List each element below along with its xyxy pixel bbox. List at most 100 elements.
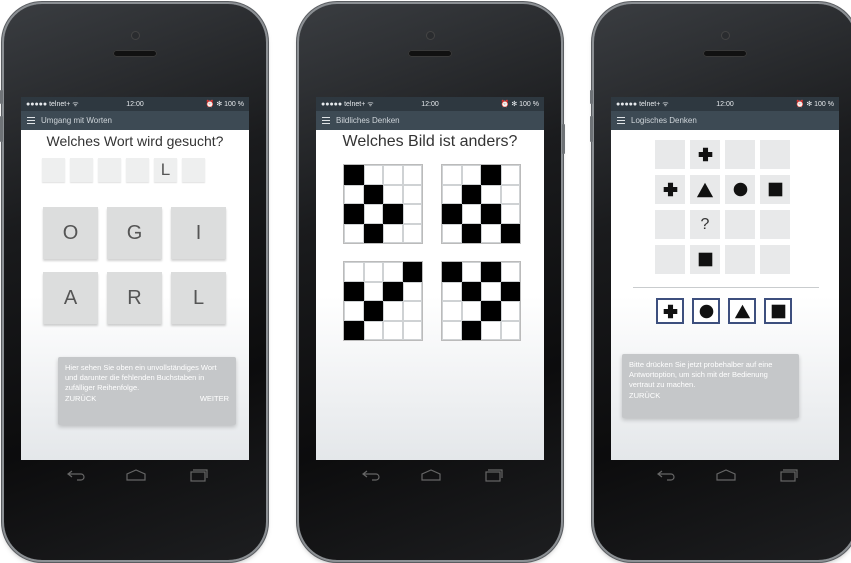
black-cell xyxy=(461,320,481,340)
black-cell xyxy=(461,184,481,204)
black-cell xyxy=(500,223,520,243)
phone-2: ●●●●● telnet+ ᯤ 12:00 ⏰ ✻ 100 % Bildlich… xyxy=(299,4,565,560)
black-cell xyxy=(383,281,403,301)
white-cell xyxy=(383,223,403,243)
letter-key-l[interactable]: L xyxy=(171,272,226,324)
letter-key-a[interactable]: A xyxy=(43,272,98,324)
earpiece xyxy=(408,50,452,57)
matrix-cell xyxy=(725,140,755,169)
white-cell xyxy=(481,281,501,301)
back-button[interactable]: ZURÜCK xyxy=(629,391,660,401)
recent-apps-icon[interactable] xyxy=(483,468,503,482)
figure-option-2[interactable] xyxy=(441,164,521,244)
white-cell xyxy=(461,301,481,321)
white-cell xyxy=(344,223,364,243)
white-cell xyxy=(383,301,403,321)
figure-option-1[interactable] xyxy=(343,164,423,244)
home-icon[interactable] xyxy=(420,468,442,482)
black-cell xyxy=(500,281,520,301)
tutorial-hint: Bitte drücken Sie jetzt probehalber auf … xyxy=(622,354,799,418)
white-cell xyxy=(402,281,422,301)
cross-icon xyxy=(698,147,712,162)
letter-key-i[interactable]: I xyxy=(171,207,226,259)
recent-apps-icon[interactable] xyxy=(778,468,798,482)
white-cell xyxy=(402,184,422,204)
white-cell xyxy=(363,262,383,282)
question-title: Welches Bild ist anders? xyxy=(342,133,518,150)
phone-3: ●●●●● telnet+ ᯤ 12:00 ⏰ ✻ 100 % Logische… xyxy=(590,4,851,560)
status-bar: ●●●●● telnet+ ᯤ 12:00 ⏰ ✻ 100 % xyxy=(316,97,544,111)
letter-slot xyxy=(98,158,121,182)
menu-icon[interactable] xyxy=(27,115,35,126)
answer-option-circle[interactable] xyxy=(692,298,720,324)
answer-option-cross[interactable] xyxy=(656,298,684,324)
white-cell xyxy=(500,204,520,224)
volume-up-button xyxy=(0,116,3,142)
white-cell xyxy=(481,320,501,340)
navigation-bar xyxy=(611,460,839,490)
white-cell xyxy=(442,301,462,321)
navigation-bar xyxy=(21,460,249,490)
black-cell xyxy=(461,223,481,243)
white-cell xyxy=(500,301,520,321)
volume-up-button xyxy=(590,116,593,142)
white-cell xyxy=(461,204,481,224)
black-cell xyxy=(344,320,364,340)
figure-option-3[interactable] xyxy=(343,261,423,341)
mute-switch xyxy=(0,90,3,104)
cross-icon xyxy=(663,182,677,197)
black-cell xyxy=(481,204,501,224)
black-cell xyxy=(383,204,403,224)
white-cell xyxy=(500,262,520,282)
white-cell xyxy=(442,165,462,185)
white-cell xyxy=(442,281,462,301)
white-cell xyxy=(363,281,383,301)
white-cell xyxy=(383,184,403,204)
matrix-cell: ? xyxy=(690,210,720,239)
white-cell xyxy=(442,223,462,243)
white-cell xyxy=(442,320,462,340)
app-bar: Logisches Denken xyxy=(611,111,839,130)
menu-icon[interactable] xyxy=(322,115,330,126)
white-cell xyxy=(383,262,403,282)
matrix-cell xyxy=(655,210,685,239)
circle-icon xyxy=(733,182,747,197)
menu-icon[interactable] xyxy=(617,115,625,126)
white-cell xyxy=(344,301,364,321)
square-icon xyxy=(768,182,782,197)
mute-switch xyxy=(590,90,593,104)
home-icon[interactable] xyxy=(715,468,737,482)
screen: ●●●●● telnet+ ᯤ 12:00 ⏰ ✻ 100 % Umgang m… xyxy=(21,97,249,460)
white-cell xyxy=(363,165,383,185)
back-button[interactable]: ZURÜCK xyxy=(65,394,96,404)
back-icon[interactable] xyxy=(66,468,86,482)
matrix-cell xyxy=(655,175,685,204)
letter-slot xyxy=(70,158,93,182)
square-icon xyxy=(698,252,712,267)
black-cell xyxy=(363,301,383,321)
letter-key-g[interactable]: G xyxy=(107,207,162,259)
white-cell xyxy=(402,320,422,340)
black-cell xyxy=(344,204,364,224)
white-cell xyxy=(363,320,383,340)
screen: ●●●●● telnet+ ᯤ 12:00 ⏰ ✻ 100 % Logische… xyxy=(611,97,839,460)
black-cell xyxy=(344,165,364,185)
square-icon xyxy=(771,304,785,318)
triangle-icon xyxy=(696,182,714,197)
back-icon[interactable] xyxy=(656,468,676,482)
white-cell xyxy=(383,165,403,185)
section-title: Logisches Denken xyxy=(631,116,697,125)
recent-apps-icon[interactable] xyxy=(188,468,208,482)
figure-option-4[interactable] xyxy=(441,261,521,341)
white-cell xyxy=(500,184,520,204)
earpiece xyxy=(703,50,747,57)
letter-key-r[interactable]: R xyxy=(107,272,162,324)
home-icon[interactable] xyxy=(125,468,147,482)
answer-option-triangle[interactable] xyxy=(728,298,756,324)
answer-option-square[interactable] xyxy=(764,298,792,324)
power-button xyxy=(562,124,565,154)
back-icon[interactable] xyxy=(361,468,381,482)
black-cell xyxy=(442,204,462,224)
letter-key-o[interactable]: O xyxy=(43,207,98,259)
next-button[interactable]: WEITER xyxy=(200,394,229,404)
